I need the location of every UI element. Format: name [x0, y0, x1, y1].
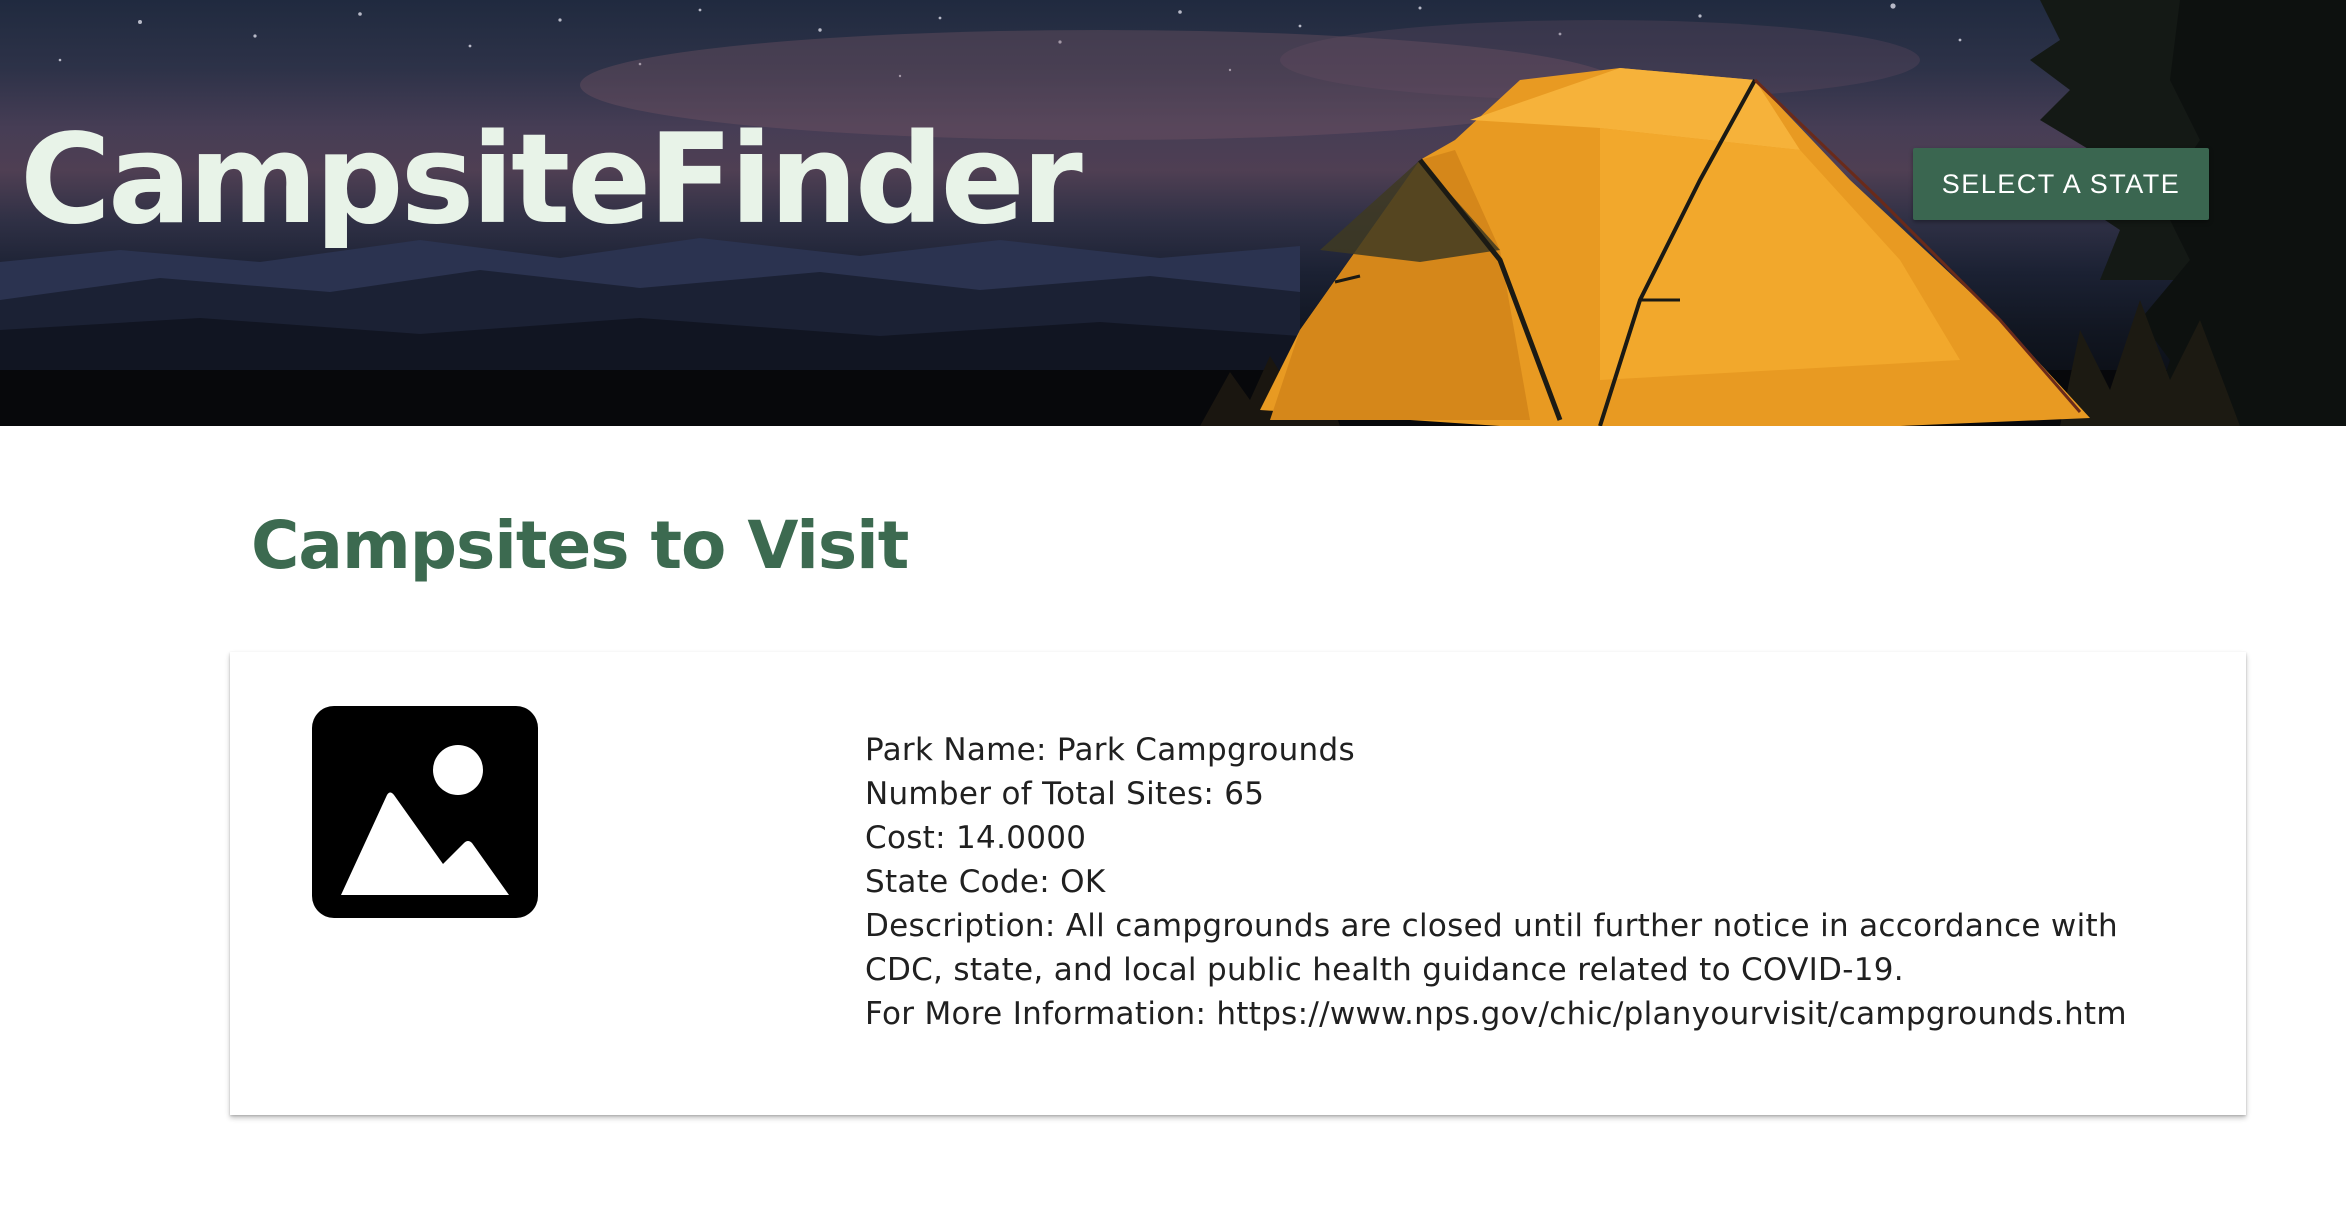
park-name-row: Park Name: Park Campgrounds: [865, 728, 2165, 772]
campsite-details: Park Name: Park Campgrounds Number of To…: [865, 728, 2165, 1036]
page-title: Campsites to Visit: [251, 507, 909, 584]
total-sites-value: 65: [1224, 776, 1265, 812]
cost-row: Cost: 14.0000: [865, 816, 2165, 860]
state-code-label: State Code:: [865, 864, 1061, 900]
total-sites-label: Number of Total Sites:: [865, 776, 1225, 812]
cost-value: 14.0000: [956, 820, 1087, 856]
total-sites-row: Number of Total Sites: 65: [865, 772, 2165, 816]
park-name-value: Park Campgrounds: [1056, 732, 1355, 768]
cost-label: Cost:: [865, 820, 957, 856]
more-info-link[interactable]: https://www.nps.gov/chic/planyourvisit/c…: [1216, 996, 2127, 1032]
state-code-row: State Code: OK: [865, 860, 2165, 904]
select-state-button[interactable]: SELECT A STATE: [1913, 148, 2209, 220]
description-row: Description: All campgrounds are closed …: [865, 904, 2165, 992]
description-label: Description:: [865, 908, 1066, 944]
park-name-label: Park Name:: [865, 732, 1057, 768]
state-code-value: OK: [1060, 864, 1106, 900]
image-placeholder-icon: [312, 706, 538, 918]
brand-title: CampsiteFinder: [20, 108, 1083, 252]
hero-header: CampsiteFinder SELECT A STATE: [0, 0, 2346, 426]
more-info-label: For More Information:: [865, 996, 1217, 1032]
more-info-row: For More Information: https://www.nps.go…: [865, 992, 2165, 1036]
campsite-card: Park Name: Park Campgrounds Number of To…: [230, 652, 2246, 1115]
